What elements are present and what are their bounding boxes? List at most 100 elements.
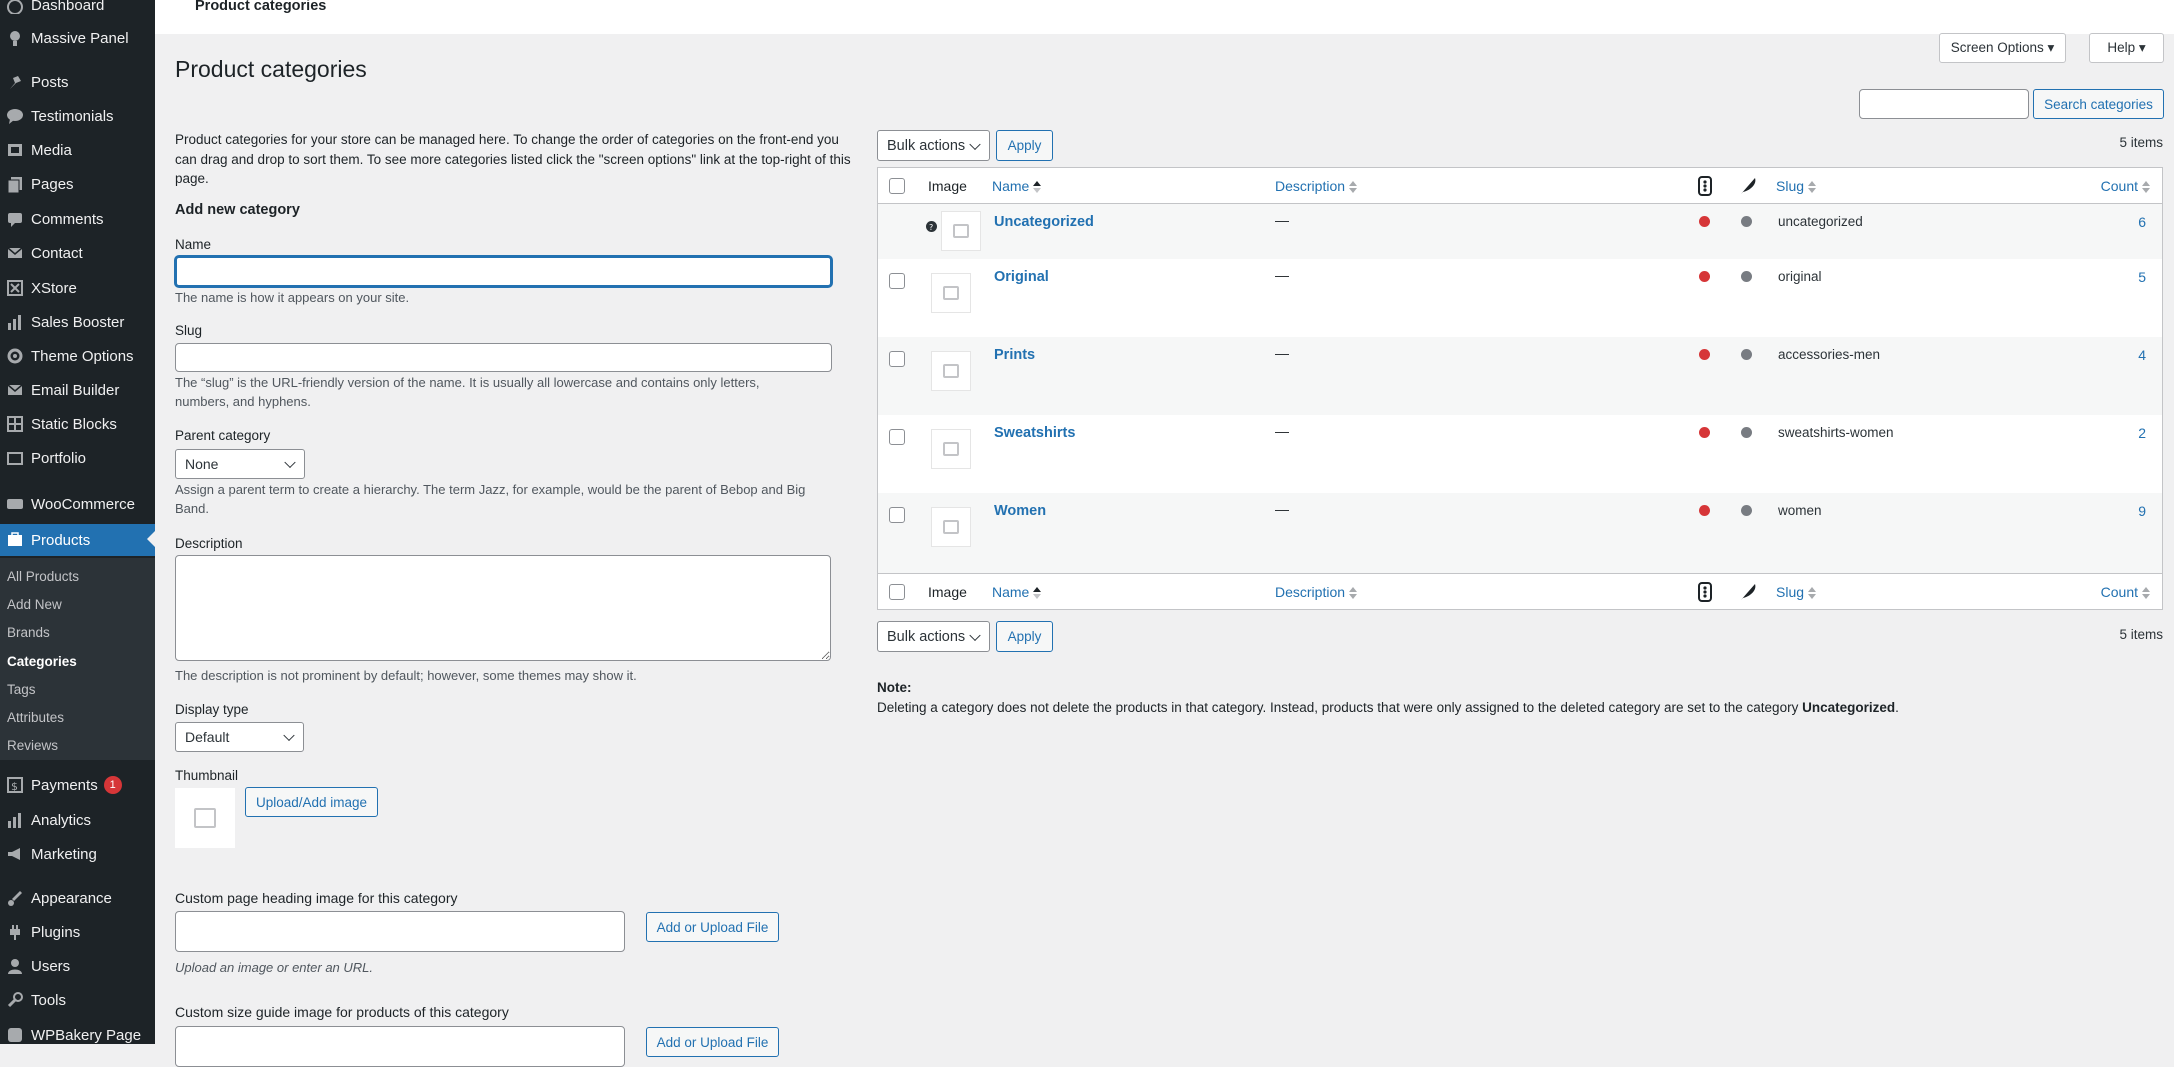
col-count[interactable]: Count [2101, 584, 2150, 600]
submenu-add-new[interactable]: Add New [7, 597, 62, 612]
menu-massive-panel[interactable]: Massive Panel [0, 23, 155, 53]
help-button[interactable]: Help ▾ [2089, 33, 2164, 63]
col-name[interactable]: Name [992, 178, 1042, 194]
col-description-label: Description [1275, 584, 1346, 600]
col-description[interactable]: Description [1275, 584, 1358, 600]
col-name[interactable]: Name [992, 584, 1042, 600]
submenu-brands[interactable]: Brands [7, 625, 50, 640]
apply-button-bottom[interactable]: Apply [996, 621, 1053, 652]
display-type-select[interactable]: Default [175, 722, 304, 752]
select-all-checkbox-bottom[interactable] [889, 584, 905, 600]
menu-theme-options[interactable]: Theme Options [0, 341, 155, 371]
menu-static-blocks[interactable]: Static Blocks [0, 409, 155, 439]
menu-payments[interactable]: $ Payments 1 [0, 770, 155, 800]
help-tooltip-icon[interactable]: ? [926, 221, 937, 232]
menu-email-builder[interactable]: Email Builder [0, 375, 155, 405]
menu-users[interactable]: Users [0, 951, 155, 981]
heading-image-upload-button[interactable]: Add or Upload File [646, 912, 779, 942]
categories-table: Image Name Description Slug Count ? Unca… [877, 167, 2163, 610]
category-name-link[interactable]: Women [994, 503, 1046, 519]
slug-input[interactable] [175, 343, 832, 372]
category-slug: sweatshirts-women [1778, 425, 1894, 440]
col-slug[interactable]: Slug [1776, 584, 1817, 600]
add-category-heading: Add new category [175, 202, 300, 218]
category-name-link[interactable]: Original [994, 269, 1049, 285]
menu-appearance[interactable]: Appearance [0, 883, 155, 913]
col-description[interactable]: Description [1275, 178, 1358, 194]
menu-woocommerce[interactable]: WooCommerce [0, 489, 155, 519]
bulk-actions-select-bottom[interactable]: Bulk actions [877, 621, 990, 652]
sort-icon [2142, 181, 2150, 194]
menu-products[interactable]: Products [0, 524, 155, 556]
name-input[interactable] [175, 256, 832, 287]
table-row[interactable]: Sweatshirts — sweatshirts-women 2 [878, 415, 2162, 493]
table-row[interactable]: Prints — accessories-men 4 [878, 337, 2162, 415]
category-name-link[interactable]: Uncategorized [994, 214, 1094, 230]
breadcrumb: Product categories [195, 0, 327, 14]
upload-add-image-button[interactable]: Upload/Add image [245, 787, 378, 817]
menu-testimonials[interactable]: Testimonials [0, 101, 155, 131]
search-categories-input[interactable] [1859, 89, 2029, 119]
submenu-tags[interactable]: Tags [7, 682, 36, 697]
menu-marketing[interactable]: Marketing [0, 839, 155, 869]
category-name-link[interactable]: Prints [994, 347, 1035, 363]
row-checkbox[interactable] [889, 507, 905, 523]
col-count[interactable]: Count [2101, 178, 2150, 194]
category-description: — [1275, 501, 1289, 517]
size-guide-input[interactable] [175, 1026, 625, 1067]
category-description: — [1275, 267, 1289, 283]
menu-pages[interactable]: Pages [0, 169, 155, 199]
submenu-all-products[interactable]: All Products [7, 569, 79, 584]
menu-posts[interactable]: Posts [0, 67, 155, 97]
thumbnail-label: Thumbnail [175, 768, 239, 783]
note-title: Note: [877, 680, 912, 695]
submenu-reviews[interactable]: Reviews [7, 738, 58, 753]
description-textarea[interactable] [175, 555, 831, 661]
table-row[interactable]: Women — women 9 [878, 493, 2162, 573]
menu-label: Portfolio [31, 449, 87, 467]
category-count-link[interactable]: 4 [2138, 347, 2146, 363]
menu-portfolio[interactable]: Portfolio [0, 443, 155, 473]
menu-contact[interactable]: Contact [0, 238, 155, 268]
select-value: Bulk actions [887, 628, 966, 645]
submenu-categories[interactable]: Categories [7, 654, 77, 669]
col-count-label: Count [2100, 584, 2138, 600]
table-row[interactable]: ? Uncategorized — uncategorized 6 [878, 204, 2162, 259]
sort-icon [1349, 181, 1358, 194]
bulk-actions-select-top[interactable]: Bulk actions [877, 130, 990, 161]
parent-category-select[interactable]: None [175, 449, 305, 479]
search-categories-button[interactable]: Search categories [2033, 89, 2164, 119]
sort-icon [1349, 587, 1358, 600]
category-count-link[interactable]: 2 [2138, 425, 2146, 441]
pages-icon [7, 177, 22, 193]
menu-media[interactable]: Media [0, 135, 155, 165]
menu-dashboard[interactable]: Dashboard [0, 0, 155, 20]
description-label: Description [175, 536, 243, 551]
category-count-link[interactable]: 9 [2138, 503, 2146, 519]
menu-plugins[interactable]: Plugins [0, 917, 155, 947]
category-count-link[interactable]: 5 [2138, 269, 2146, 285]
menu-tools[interactable]: Tools [0, 985, 155, 1015]
row-checkbox[interactable] [889, 273, 905, 289]
menu-sales-booster[interactable]: Sales Booster [0, 307, 155, 337]
category-count-link[interactable]: 6 [2138, 214, 2146, 230]
menu-analytics[interactable]: Analytics [0, 805, 155, 835]
row-checkbox[interactable] [889, 351, 905, 367]
table-row[interactable]: Original — original 5 [878, 259, 2162, 337]
menu-xstore[interactable]: XStore [0, 273, 155, 303]
submenu-attributes[interactable]: Attributes [7, 710, 64, 725]
menu-label: Marketing [31, 845, 97, 863]
apply-button-top[interactable]: Apply [996, 130, 1053, 161]
size-guide-upload-button[interactable]: Add or Upload File [646, 1027, 779, 1057]
blocks-icon [7, 416, 23, 432]
category-name-link[interactable]: Sweatshirts [994, 425, 1075, 441]
select-all-checkbox[interactable] [889, 178, 905, 194]
menu-comments[interactable]: Comments [0, 204, 155, 234]
row-checkbox[interactable] [889, 429, 905, 445]
select-value: None [185, 456, 219, 472]
seo-status-dot [1699, 271, 1710, 282]
col-slug[interactable]: Slug [1776, 178, 1817, 194]
screen-options-button[interactable]: Screen Options ▾ [1939, 33, 2066, 63]
menu-wpbakery[interactable]: WPBakery Page [0, 1020, 155, 1050]
heading-image-input[interactable] [175, 911, 625, 952]
